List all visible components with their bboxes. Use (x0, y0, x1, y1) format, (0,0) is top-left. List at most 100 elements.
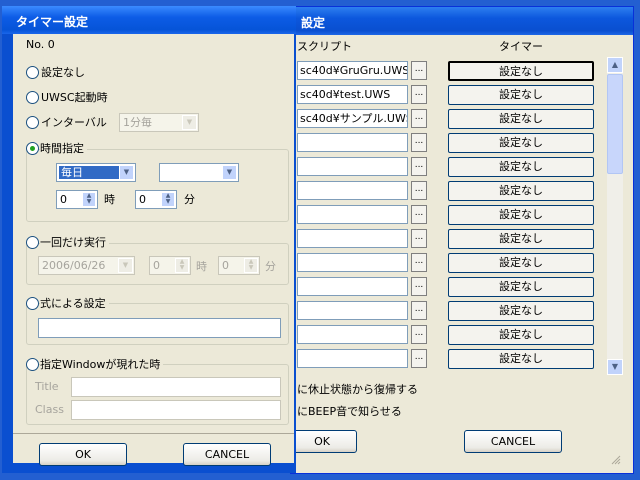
spin-arrows-icon[interactable]: ▲ ▼ (175, 258, 189, 273)
spin-arrows-icon[interactable]: ▲ ▼ (161, 192, 175, 207)
browse-button[interactable]: ... (411, 61, 427, 80)
radio-expr-label: 式による設定 (40, 297, 109, 310)
chevron-down-icon: ▼ (222, 165, 237, 180)
spin-arrows-icon[interactable]: ▲ ▼ (82, 192, 96, 207)
radio-interval[interactable] (26, 116, 39, 129)
once-date-select[interactable]: 2006/06/26 ▼ (38, 256, 135, 275)
window-class-label: Class (35, 403, 64, 416)
browse-button[interactable]: ... (411, 301, 427, 320)
once-minute-spinner[interactable]: 0 ▲ ▼ (218, 256, 260, 275)
scroll-up-arrow-icon[interactable]: ▲ (607, 57, 623, 73)
hour-spinner[interactable]: 0 ▲ ▼ (56, 190, 98, 209)
browse-button[interactable]: ... (411, 325, 427, 344)
timer-setting-button[interactable]: 設定なし (448, 85, 594, 105)
script-path-field[interactable]: sc40d¥test.UWS (297, 85, 408, 104)
cancel-button[interactable]: CANCEL (183, 443, 271, 466)
radio-none-label: 設定なし (41, 66, 85, 79)
timer-settings-dialog: タイマー設定 No. 0 設定なし UWSC起動時 インターバル 1分毎 ▼ 時… (2, 6, 296, 473)
browse-button[interactable]: ... (411, 157, 427, 176)
once-minute-unit: 分 (265, 260, 276, 273)
radio-window[interactable] (26, 358, 39, 371)
timer-setting-button[interactable]: 設定なし (448, 277, 594, 297)
script-path-field[interactable] (297, 349, 408, 368)
scroll-thumb[interactable] (607, 74, 623, 174)
dialog-title-bar[interactable]: タイマー設定 (2, 6, 296, 34)
script-path-field[interactable] (297, 301, 408, 320)
time-group (26, 149, 289, 222)
browse-button[interactable]: ... (411, 181, 427, 200)
dialog-body: No. 0 設定なし UWSC起動時 インターバル 1分毎 ▼ 時間指定 毎日 … (13, 34, 294, 466)
timer-setting-button[interactable]: 設定なし (448, 133, 594, 153)
radio-expr[interactable] (26, 297, 39, 310)
column-header-script: スクリプト (297, 40, 352, 53)
script-path-field[interactable] (297, 277, 408, 296)
spin-arrows-icon[interactable]: ▲ ▼ (244, 258, 258, 273)
script-path-field[interactable] (297, 229, 408, 248)
vertical-scrollbar[interactable]: ▲ ▼ (607, 57, 623, 375)
timer-setting-button[interactable]: 設定なし (448, 205, 594, 225)
timer-setting-button[interactable]: 設定なし (448, 181, 594, 201)
timer-setting-button[interactable]: 設定なし (448, 109, 594, 129)
resize-grip-icon[interactable] (611, 455, 621, 465)
chevron-down-icon: ▼ (119, 165, 134, 180)
back-ok-button[interactable]: OK (287, 430, 357, 453)
browse-button[interactable]: ... (411, 85, 427, 104)
settings-title-bar[interactable]: 設定 (291, 7, 633, 35)
script-path-field[interactable] (297, 133, 408, 152)
timer-setting-button[interactable]: 設定なし (448, 157, 594, 177)
day-select[interactable]: 毎日 ▼ (56, 163, 136, 182)
hour-unit: 時 (104, 193, 115, 206)
browse-button[interactable]: ... (411, 349, 427, 368)
browse-button[interactable]: ... (411, 133, 427, 152)
chevron-down-icon: ▼ (182, 115, 197, 130)
back-cancel-button[interactable]: CANCEL (464, 430, 562, 453)
radio-startup[interactable] (26, 91, 39, 104)
second-select[interactable]: ▼ (159, 163, 239, 182)
browse-button[interactable]: ... (411, 205, 427, 224)
scroll-down-arrow-icon[interactable]: ▼ (607, 359, 623, 375)
radio-time[interactable] (26, 142, 39, 155)
script-path-field[interactable] (297, 157, 408, 176)
window-title-input[interactable] (71, 377, 281, 397)
browse-button[interactable]: ... (411, 109, 427, 128)
timer-setting-button[interactable]: 設定なし (448, 253, 594, 273)
minute-spinner[interactable]: 0 ▲ ▼ (135, 190, 177, 209)
dialog-divider (13, 433, 294, 434)
script-path-field[interactable] (297, 181, 408, 200)
window-title-label: Title (35, 380, 59, 393)
script-path-field[interactable] (297, 325, 408, 344)
radio-once[interactable] (26, 236, 39, 249)
browse-button[interactable]: ... (411, 253, 427, 272)
timer-setting-button[interactable]: 設定なし (448, 325, 594, 345)
once-hour-spinner[interactable]: 0 ▲ ▼ (149, 256, 191, 275)
timer-setting-button[interactable]: 設定なし (448, 301, 594, 321)
interval-select[interactable]: 1分毎 ▼ (119, 113, 199, 132)
radio-startup-label: UWSC起動時 (41, 91, 108, 104)
settings-title: 設定 (301, 16, 326, 30)
minute-unit: 分 (184, 193, 195, 206)
ok-button[interactable]: OK (39, 443, 127, 466)
browse-button[interactable]: ... (411, 277, 427, 296)
dialog-title: タイマー設定 (16, 15, 89, 29)
radio-interval-label: インターバル (41, 116, 107, 129)
radio-once-label: 一回だけ実行 (40, 236, 109, 249)
radio-window-label: 指定Windowが現れた時 (40, 358, 164, 371)
resume-option-label[interactable]: に休止状態から復帰する (297, 383, 418, 396)
timer-number: No. 0 (26, 38, 55, 51)
window-class-input[interactable] (71, 400, 281, 420)
browse-button[interactable]: ... (411, 229, 427, 248)
radio-none[interactable] (26, 66, 39, 79)
expression-input[interactable] (38, 318, 281, 338)
column-header-timer: タイマー (499, 40, 543, 53)
script-path-field[interactable] (297, 253, 408, 272)
timer-setting-button[interactable]: 設定なし (448, 229, 594, 249)
radio-time-label: 時間指定 (40, 142, 87, 155)
timer-setting-button[interactable]: 設定なし (448, 61, 594, 81)
chevron-down-icon: ▼ (118, 258, 133, 273)
beep-option-label[interactable]: にBEEP音で知らせる (297, 405, 402, 418)
timer-setting-button[interactable]: 設定なし (448, 349, 594, 369)
script-path-field[interactable] (297, 205, 408, 224)
script-path-field[interactable]: sc40d¥サンプル.UWS (297, 109, 408, 128)
settings-window: 設定 スクリプト タイマー sc40d¥GruGru.UWS... 設定なし sc4… (287, 6, 634, 474)
script-path-field[interactable]: sc40d¥GruGru.UWS (297, 61, 408, 80)
